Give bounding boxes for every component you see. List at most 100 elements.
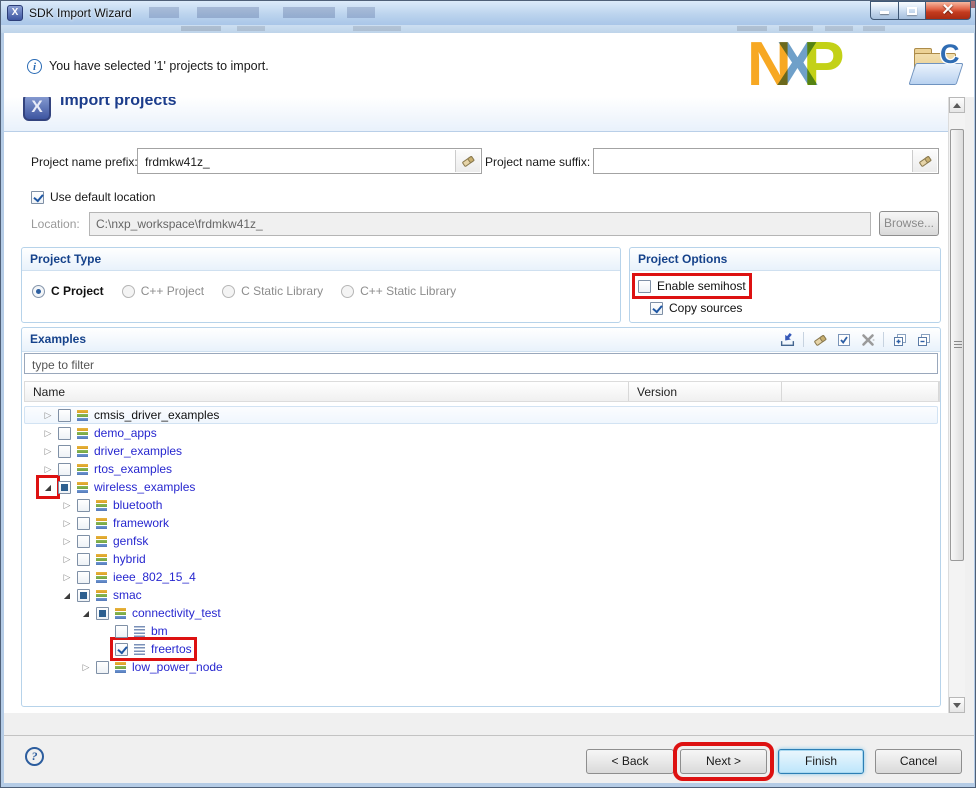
tree-checkbox-driver_examples[interactable] [58,445,71,458]
tree-item-hybrid[interactable]: hybrid [24,550,938,568]
help-button[interactable]: ? [25,747,44,766]
wizard-icon: X [23,97,51,121]
collapsed-arrow-icon[interactable] [41,426,55,440]
tree-item-framework[interactable]: framework [24,514,938,532]
example-category-icon [96,589,107,602]
expanded-arrow-icon[interactable] [79,606,93,620]
import-example-icon[interactable] [779,331,796,348]
radio-c-project[interactable] [32,285,45,298]
back-button[interactable]: < Back [586,749,674,774]
window-title: SDK Import Wizard [29,1,132,25]
tree-item-genfsk[interactable]: genfsk [24,532,938,550]
tree-item-freertos[interactable]: freertos [24,640,938,658]
scroll-up-button[interactable] [949,97,965,113]
expanded-arrow-icon[interactable] [41,480,55,494]
radio-label: C Static Library [241,284,323,298]
tree-checkbox-hybrid[interactable] [77,553,90,566]
tree-checkbox-bluetooth[interactable] [77,499,90,512]
dialog-content: i You have selected '1' projects to impo… [4,33,974,783]
select-all-icon[interactable] [835,331,852,348]
checkbox-label: Enable semihost [657,279,746,293]
collapse-all-icon[interactable] [915,331,932,348]
tree-item-bm[interactable]: bm [24,622,938,640]
expanded-arrow-icon[interactable] [60,588,74,602]
wizard-scroll-area: X Import projects Project name prefix: P… [4,97,948,713]
collapsed-arrow-icon[interactable] [60,534,74,548]
tree-checkbox-ieee_802_15_4[interactable] [77,571,90,584]
collapsed-arrow-icon[interactable] [79,660,93,674]
project-type-options: C ProjectC++ ProjectC Static LibraryC++ … [22,271,620,298]
tree-checkbox-bm[interactable] [115,625,128,638]
collapsed-arrow-icon[interactable] [60,552,74,566]
use-default-location-checkbox[interactable] [31,191,44,204]
column-header-name[interactable]: Name [25,382,629,401]
footer-separator [4,735,974,736]
tree-checkbox-rtos_examples[interactable] [58,463,71,476]
collapsed-arrow-icon[interactable] [60,516,74,530]
prefix-input[interactable] [143,149,458,175]
suffix-input[interactable] [599,149,915,175]
tree-item-rtos_examples[interactable]: rtos_examples [24,460,938,478]
collapsed-arrow-icon[interactable] [41,444,55,458]
column-header-version[interactable]: Version [629,382,782,401]
expand-all-icon[interactable] [891,331,908,348]
tree-item-driver_examples[interactable]: driver_examples [24,442,938,460]
example-leaf-icon [134,644,145,656]
option-copy-sources: Copy sources [650,301,742,315]
deselect-all-icon[interactable] [859,331,876,348]
clear-prefix-icon[interactable] [455,150,480,172]
tree-item-label: freertos [151,642,192,656]
tree-checkbox-low_power_node[interactable] [96,661,109,674]
vertical-scrollbar[interactable] [948,97,965,713]
collapsed-arrow-icon[interactable] [60,570,74,584]
tree-item-low_power_node[interactable]: low_power_node [24,658,938,676]
tree-item-ieee_802_15_4[interactable]: ieee_802_15_4 [24,568,938,586]
tree-item-bluetooth[interactable]: bluetooth [24,496,938,514]
cancel-button[interactable]: Cancel [875,749,962,774]
minimize-button[interactable] [870,1,899,20]
example-category-icon [96,517,107,530]
project-type-option-3: C++ Static Library [341,284,456,298]
clear-suffix-icon[interactable] [912,150,937,172]
tree-item-smac[interactable]: smac [24,586,938,604]
radio-label: C Project [51,284,104,298]
scroll-down-button[interactable] [949,697,965,713]
tree-checkbox-wireless_examples[interactable] [58,481,71,494]
radio-c-project [122,285,135,298]
info-icon: i [27,59,42,74]
filter-input[interactable] [30,354,936,375]
collapsed-arrow-icon[interactable] [41,462,55,476]
collapsed-arrow-icon[interactable] [41,408,55,422]
tree-item-label: framework [113,516,169,530]
scrollbar-thumb[interactable] [950,129,964,561]
scroll-up-icon [953,103,961,108]
next-button[interactable]: Next > [680,749,767,774]
tree-item-label: bluetooth [113,498,162,512]
titlebar[interactable]: X SDK Import Wizard [1,1,976,26]
tree-checkbox-genfsk[interactable] [77,535,90,548]
tree-item-demo_apps[interactable]: demo_apps [24,424,938,442]
banner: i You have selected '1' projects to impo… [4,33,974,97]
tree-checkbox-smac[interactable] [77,589,90,602]
example-leaf-icon [134,626,145,638]
maximize-button[interactable] [898,1,926,20]
tree-checkbox-cmsis_driver_examples[interactable] [58,409,71,422]
tree-checkbox-connectivity_test[interactable] [96,607,109,620]
highlighted-tree-item: freertos [115,642,192,656]
tree-item-connectivity_test[interactable]: connectivity_test [24,604,938,622]
info-message: You have selected '1' projects to import… [49,59,269,73]
collapsed-arrow-icon[interactable] [60,498,74,512]
clear-filter-icon[interactable] [811,331,828,348]
checkbox-copy-sources[interactable] [650,302,663,315]
tree-item-cmsis_driver_examples[interactable]: cmsis_driver_examples [24,406,938,424]
checkbox-enable-semihost[interactable] [638,280,651,293]
tree-item-wireless_examples[interactable]: wireless_examples [24,478,938,496]
browse-button: Browse... [879,211,939,236]
close-button[interactable] [925,1,971,20]
tree-checkbox-framework[interactable] [77,517,90,530]
column-header-blank[interactable] [782,382,939,401]
tree-checkbox-demo_apps[interactable] [58,427,71,440]
finish-button[interactable]: Finish [778,749,864,774]
tree-checkbox-freertos[interactable] [115,643,128,656]
radio-c-static-library [341,285,354,298]
